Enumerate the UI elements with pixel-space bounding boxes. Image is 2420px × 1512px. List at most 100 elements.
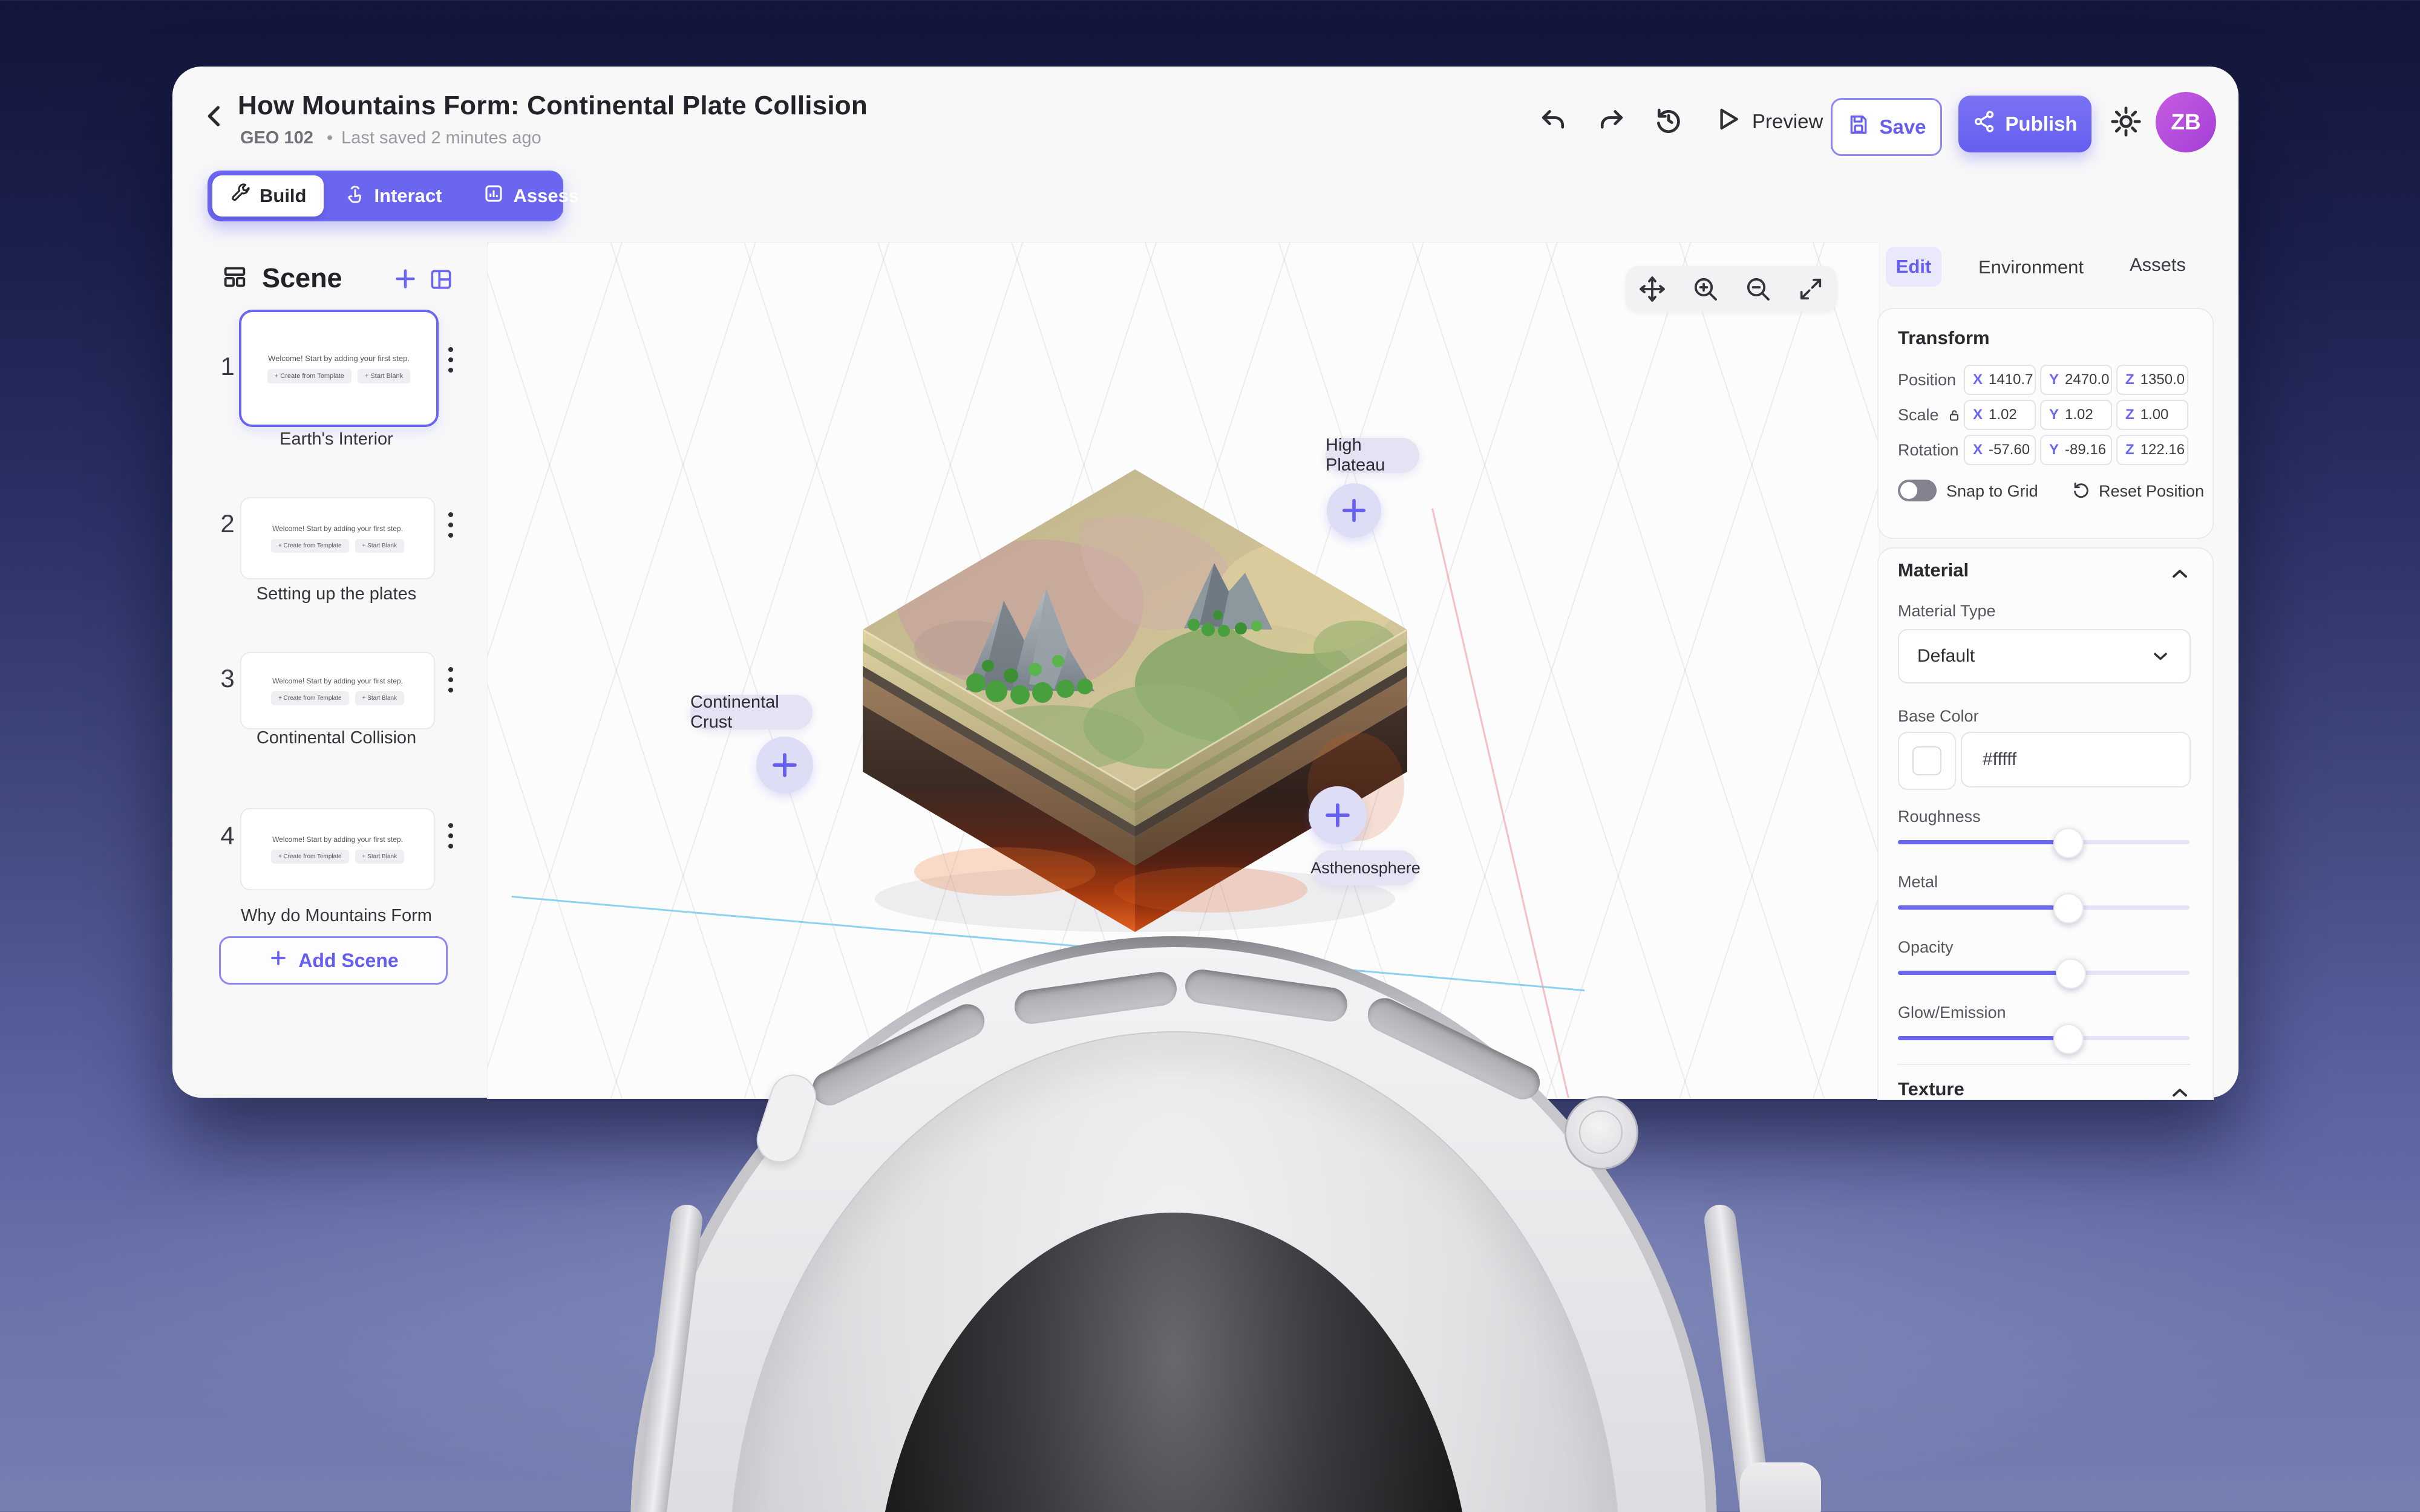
- reset-position-label: Reset Position: [2099, 482, 2204, 501]
- create-template-button[interactable]: + Create from Template: [271, 539, 349, 553]
- viewport-canvas[interactable]: High Plateau Continental Crust Asthenosp…: [487, 242, 1880, 1099]
- preview-button[interactable]: Preview: [1712, 104, 1823, 139]
- headset-dial: [1565, 1096, 1638, 1170]
- slider-thumb[interactable]: [2053, 893, 2084, 924]
- create-template-button[interactable]: + Create from Template: [267, 369, 352, 383]
- history-icon[interactable]: [1652, 104, 1685, 140]
- thumb-welcome-text: Welcome! Start by adding your first step…: [272, 524, 403, 533]
- slider-thumb[interactable]: [2056, 959, 2086, 989]
- scene-thumbnail-2[interactable]: Welcome! Start by adding your first step…: [240, 497, 435, 579]
- kebab-icon[interactable]: [439, 662, 463, 698]
- lock-icon[interactable]: [1946, 408, 1962, 423]
- avatar[interactable]: ZB: [2156, 92, 2216, 152]
- redo-icon[interactable]: [1595, 104, 1628, 140]
- start-blank-button[interactable]: + Start Blank: [355, 691, 405, 705]
- color-hex-input[interactable]: #fffff: [1961, 732, 2191, 787]
- kebab-icon[interactable]: [439, 818, 463, 854]
- axis-x: X: [1973, 442, 1983, 458]
- tab-edit[interactable]: Edit: [1886, 247, 1941, 287]
- scene-panel-title: Scene: [262, 262, 451, 294]
- transform-title: Transform: [1898, 327, 1990, 349]
- add-scene-button[interactable]: Add Scene: [219, 936, 448, 985]
- collapse-texture-icon[interactable]: [2168, 1081, 2192, 1100]
- start-blank-button[interactable]: + Start Blank: [355, 850, 405, 864]
- headset-dial-inner: [1579, 1110, 1623, 1154]
- tab-assets[interactable]: Assets: [2130, 254, 2186, 276]
- tab-environment[interactable]: Environment: [1978, 256, 2084, 278]
- material-type-value: Default: [1917, 646, 1975, 666]
- color-swatch[interactable]: [1898, 732, 1956, 790]
- slider-fill: [1898, 905, 2067, 910]
- move-icon[interactable]: [1638, 275, 1667, 304]
- opacity-slider[interactable]: [1898, 959, 2189, 986]
- reset-position-button[interactable]: Reset Position: [2071, 480, 2204, 503]
- rotation-x-field[interactable]: X-57.60: [1964, 435, 2036, 465]
- share-icon: [1972, 109, 1996, 138]
- scale-z-field[interactable]: Z1.00: [2116, 400, 2188, 430]
- scene-thumbnail-1[interactable]: Welcome! Start by adding your first step…: [239, 310, 439, 427]
- axis-z: Z: [2125, 371, 2134, 388]
- tab-assess[interactable]: Assess: [462, 171, 600, 221]
- zoom-in-icon[interactable]: [1691, 275, 1720, 304]
- scene-number: 4: [212, 821, 243, 850]
- snap-to-grid-label: Snap to Grid: [1946, 482, 2038, 501]
- rotation-y-value: -89.16: [2065, 442, 2106, 458]
- viewport-toolbar: [1626, 266, 1837, 312]
- rotation-z-value: 122.16: [2140, 442, 2185, 458]
- start-blank-button[interactable]: + Start Blank: [358, 369, 410, 383]
- start-blank-button[interactable]: + Start Blank: [355, 539, 405, 553]
- collapse-material-icon[interactable]: [2168, 562, 2192, 589]
- scale-x-field[interactable]: X1.02: [1964, 400, 2036, 430]
- chevron-down-icon: [2150, 645, 2171, 667]
- position-y-field[interactable]: Y 2470.0: [2040, 365, 2112, 395]
- tab-build[interactable]: Build: [212, 175, 324, 217]
- slides-icon: [221, 263, 249, 294]
- scene-number: 3: [212, 664, 243, 693]
- metal-slider[interactable]: [1898, 893, 2189, 921]
- scale-y-field[interactable]: Y1.02: [2040, 400, 2112, 430]
- slider-thumb[interactable]: [2053, 1024, 2084, 1054]
- scene-thumbnail-3[interactable]: Welcome! Start by adding your first step…: [240, 652, 435, 729]
- kebab-icon[interactable]: [439, 342, 463, 378]
- scene-item-label: Earth's Interior: [239, 429, 434, 449]
- back-icon[interactable]: [199, 100, 231, 135]
- position-y-value: 2470.0: [2065, 371, 2109, 388]
- gear-icon[interactable]: [2108, 104, 2144, 142]
- hotspot-label: Asthenosphere: [1313, 850, 1418, 885]
- rotation-y-field[interactable]: Y-89.16: [2040, 435, 2112, 465]
- course-code: GEO 102: [240, 128, 313, 148]
- scene-item-label: Continental Collision: [239, 728, 434, 748]
- wrench-icon: [229, 183, 251, 209]
- glow-emission-slider[interactable]: [1898, 1024, 2189, 1052]
- layout-icon[interactable]: [428, 266, 454, 296]
- rotation-z-field[interactable]: Z122.16: [2116, 435, 2188, 465]
- base-color-label: Base Color: [1898, 707, 1979, 726]
- add-hotspot-button[interactable]: [1309, 786, 1367, 844]
- axis-x: X: [1973, 371, 1983, 388]
- scene-thumbnail-4[interactable]: Welcome! Start by adding your first step…: [240, 808, 435, 890]
- axis-y: Y: [2049, 371, 2059, 388]
- thumb-welcome-text: Welcome! Start by adding your first step…: [268, 354, 410, 363]
- save-button[interactable]: Save: [1831, 98, 1942, 156]
- axis-z: Z: [2125, 406, 2134, 423]
- page-subtitle: GEO 102 •Last saved 2 minutes ago: [240, 128, 541, 148]
- position-x-field[interactable]: X1410.7: [1964, 365, 2036, 395]
- tab-interact[interactable]: Interact: [324, 171, 463, 221]
- add-hotspot-button[interactable]: [756, 737, 813, 793]
- slider-thumb[interactable]: [2053, 828, 2084, 858]
- undo-icon[interactable]: [1537, 104, 1569, 140]
- roughness-slider[interactable]: [1898, 828, 2189, 856]
- create-template-button[interactable]: + Create from Template: [271, 691, 349, 705]
- headset-arm-right: [1702, 1203, 1775, 1512]
- position-z-field[interactable]: Z1350.0: [2116, 365, 2188, 395]
- snap-to-grid-toggle[interactable]: [1898, 480, 1937, 501]
- kebab-icon[interactable]: [439, 507, 463, 543]
- material-type-dropdown[interactable]: Default: [1898, 629, 2191, 683]
- add-hotspot-button[interactable]: [1327, 483, 1381, 538]
- publish-button[interactable]: Publish: [1958, 96, 2091, 152]
- add-scene-plus-icon[interactable]: [391, 265, 419, 296]
- expand-icon[interactable]: [1797, 275, 1825, 303]
- create-template-button[interactable]: + Create from Template: [271, 850, 349, 864]
- zoom-out-icon[interactable]: [1744, 275, 1773, 304]
- page-title: How Mountains Form: Continental Plate Co…: [238, 91, 868, 121]
